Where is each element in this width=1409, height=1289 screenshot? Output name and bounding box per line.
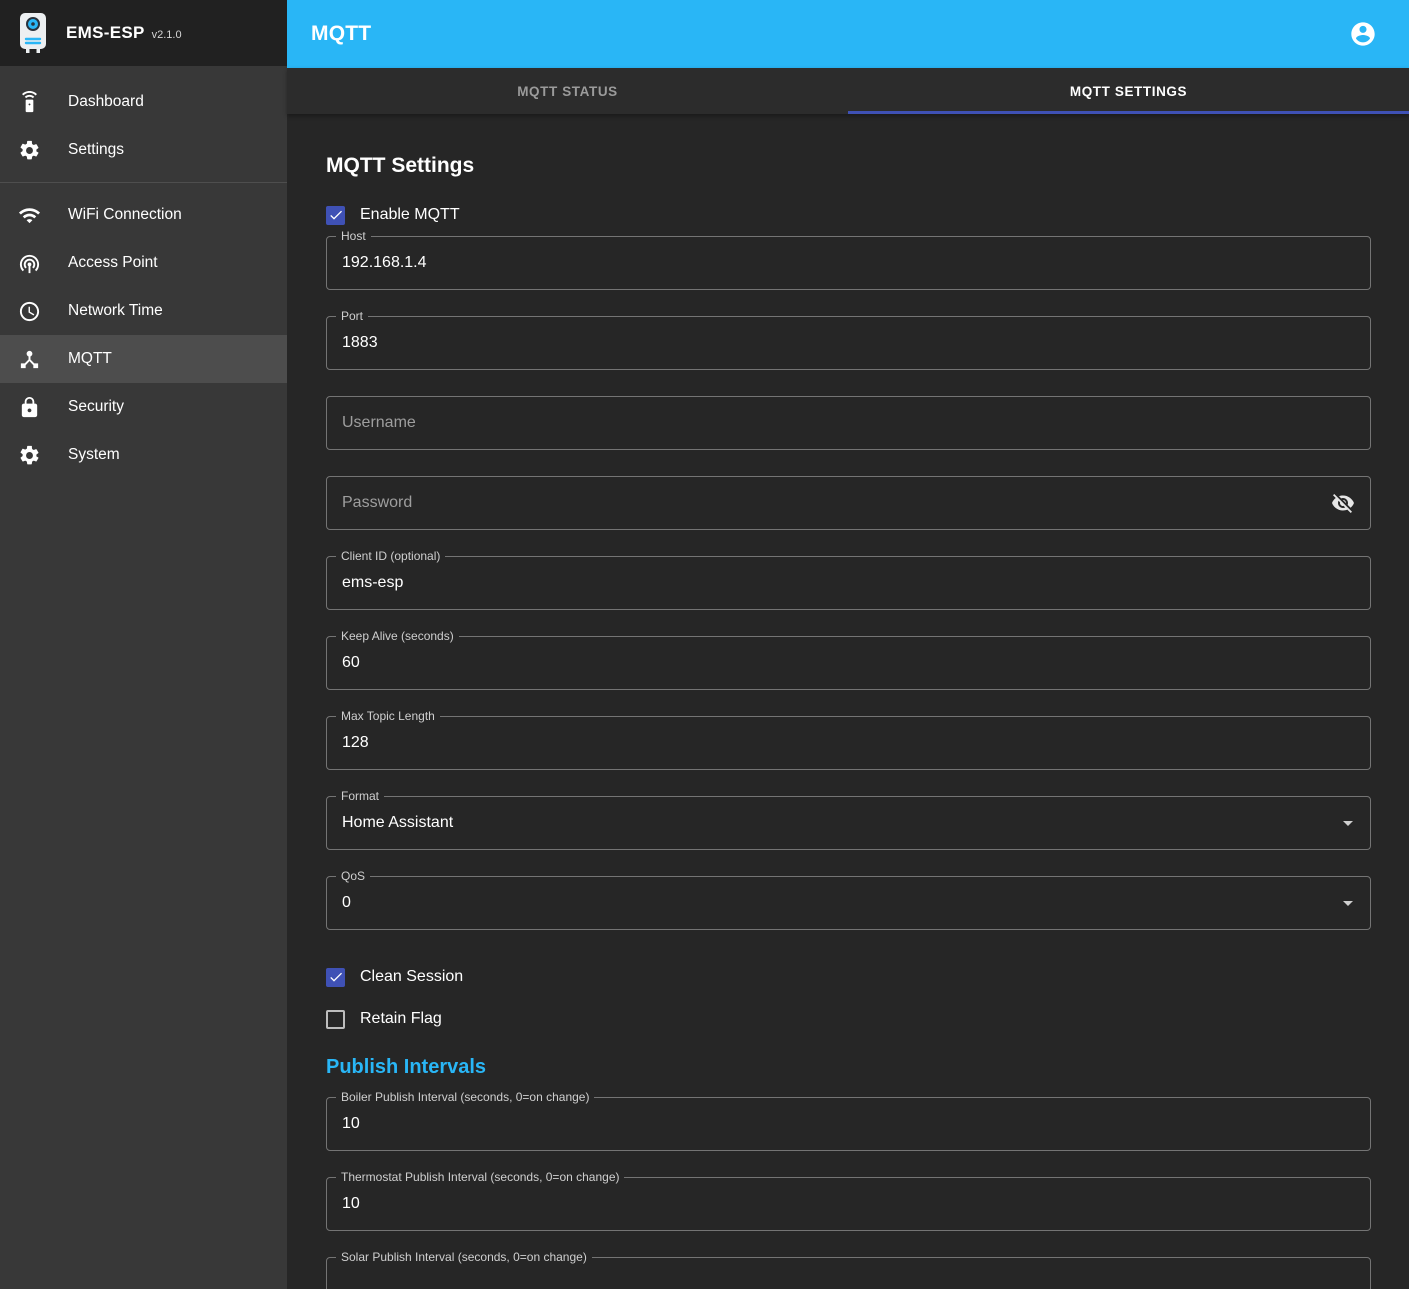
- tabbar: MQTT STATUS MQTT SETTINGS: [287, 68, 1409, 114]
- sidebar-item-network-time[interactable]: Network Time: [0, 287, 287, 335]
- sidebar-item-security[interactable]: Security: [0, 383, 287, 431]
- sidebar-item-label: Settings: [68, 141, 124, 159]
- format-select-value: Home Assistant: [342, 814, 1355, 832]
- sidebar: EMS-ESP v2.1.0 Dashboard Settings: [0, 0, 287, 1289]
- solar-publish-interval-label: Solar Publish Interval (seconds, 0=on ch…: [336, 1250, 592, 1264]
- password-visibility-button[interactable]: [1324, 484, 1362, 522]
- client-id-field[interactable]: Client ID (optional): [326, 556, 1371, 610]
- host-field-label: Host: [336, 229, 371, 243]
- account-icon: [1349, 20, 1377, 48]
- sidebar-item-dashboard[interactable]: Dashboard: [0, 78, 287, 126]
- boiler-publish-interval-label: Boiler Publish Interval (seconds, 0=on c…: [336, 1090, 594, 1104]
- boiler-publish-interval-field[interactable]: Boiler Publish Interval (seconds, 0=on c…: [326, 1097, 1371, 1151]
- ems-esp-logo: [14, 10, 52, 56]
- enable-mqtt-checkbox[interactable]: [326, 206, 345, 225]
- dropdown-arrow-icon: [1336, 891, 1360, 915]
- gear-icon: [17, 138, 41, 162]
- sidebar-item-label: Dashboard: [68, 93, 144, 111]
- form-title: MQTT Settings: [326, 154, 1371, 178]
- gear-icon: [17, 443, 41, 467]
- format-select[interactable]: Format Home Assistant: [326, 796, 1371, 850]
- sidebar-item-label: MQTT: [68, 350, 112, 368]
- retain-flag-checkbox-row[interactable]: Retain Flag: [326, 998, 1371, 1040]
- mqtt-icon: [17, 347, 41, 371]
- host-input[interactable]: [342, 254, 1355, 272]
- clean-session-checkbox[interactable]: [326, 968, 345, 987]
- qos-select[interactable]: QoS 0: [326, 876, 1371, 930]
- sidebar-item-label: Access Point: [68, 254, 158, 272]
- password-field[interactable]: [326, 476, 1371, 530]
- enable-mqtt-checkbox-row[interactable]: Enable MQTT: [326, 194, 1371, 236]
- qos-select-label: QoS: [336, 869, 370, 883]
- sidebar-nav: Dashboard Settings WiFi Connection A: [0, 66, 287, 479]
- visibility-off-icon: [1331, 491, 1355, 515]
- check-icon: [328, 207, 344, 223]
- sidebar-item-settings[interactable]: Settings: [0, 126, 287, 174]
- thermostat-publish-interval-label: Thermostat Publish Interval (seconds, 0=…: [336, 1170, 624, 1184]
- qos-select-value: 0: [342, 894, 1355, 912]
- access-point-icon: [17, 251, 41, 275]
- appbar: MQTT: [287, 0, 1409, 68]
- account-button[interactable]: [1341, 12, 1385, 56]
- max-topic-length-field-label: Max Topic Length: [336, 709, 440, 723]
- app-name: EMS-ESP: [66, 23, 145, 43]
- keep-alive-field[interactable]: Keep Alive (seconds): [326, 636, 1371, 690]
- main-area: MQTT MQTT STATUS MQTT SETTINGS MQTT Sett…: [287, 0, 1409, 1289]
- lock-icon: [17, 395, 41, 419]
- sidebar-item-label: System: [68, 446, 120, 464]
- host-field[interactable]: Host: [326, 236, 1371, 290]
- sidebar-item-system[interactable]: System: [0, 431, 287, 479]
- sidebar-logo-area: EMS-ESP v2.1.0: [0, 0, 287, 66]
- content: MQTT Settings Enable MQTT Host Port: [287, 114, 1409, 1289]
- tab-mqtt-status[interactable]: MQTT STATUS: [287, 68, 848, 114]
- username-input[interactable]: [342, 414, 1355, 432]
- port-field[interactable]: Port: [326, 316, 1371, 370]
- port-input[interactable]: [342, 334, 1355, 352]
- max-topic-length-field[interactable]: Max Topic Length: [326, 716, 1371, 770]
- sidebar-item-access-point[interactable]: Access Point: [0, 239, 287, 287]
- boiler-publish-interval-input[interactable]: [342, 1115, 1355, 1133]
- tab-mqtt-settings[interactable]: MQTT SETTINGS: [848, 68, 1409, 114]
- sidebar-item-label: Security: [68, 398, 124, 416]
- sidebar-item-mqtt[interactable]: MQTT: [0, 335, 287, 383]
- check-icon: [328, 969, 344, 985]
- publish-intervals-title: Publish Intervals: [326, 1056, 1371, 1079]
- keep-alive-input[interactable]: [342, 654, 1355, 672]
- retain-flag-label: Retain Flag: [360, 1010, 442, 1028]
- keep-alive-field-label: Keep Alive (seconds): [336, 629, 459, 643]
- brand: EMS-ESP v2.1.0: [66, 23, 182, 43]
- solar-publish-interval-field[interactable]: Solar Publish Interval (seconds, 0=on ch…: [326, 1257, 1371, 1289]
- solar-publish-interval-input[interactable]: [342, 1275, 1355, 1289]
- dropdown-arrow-icon: [1336, 811, 1360, 835]
- enable-mqtt-label: Enable MQTT: [360, 206, 460, 224]
- thermostat-publish-interval-input[interactable]: [342, 1195, 1355, 1213]
- wifi-icon: [17, 203, 41, 227]
- sidebar-item-label: WiFi Connection: [68, 206, 182, 224]
- thermostat-publish-interval-field[interactable]: Thermostat Publish Interval (seconds, 0=…: [326, 1177, 1371, 1231]
- port-field-label: Port: [336, 309, 368, 323]
- dashboard-icon: [17, 90, 41, 114]
- sidebar-item-label: Network Time: [68, 302, 163, 320]
- clean-session-checkbox-row[interactable]: Clean Session: [326, 956, 1371, 998]
- client-id-input[interactable]: [342, 574, 1355, 592]
- client-id-field-label: Client ID (optional): [336, 549, 445, 563]
- clock-icon: [17, 299, 41, 323]
- max-topic-length-input[interactable]: [342, 734, 1355, 752]
- sidebar-divider: [0, 182, 287, 183]
- sidebar-item-wifi-connection[interactable]: WiFi Connection: [0, 191, 287, 239]
- app-root: EMS-ESP v2.1.0 Dashboard Settings: [0, 0, 1409, 1289]
- password-input[interactable]: [342, 494, 1355, 512]
- username-field[interactable]: [326, 396, 1371, 450]
- page-title: MQTT: [311, 22, 371, 46]
- clean-session-label: Clean Session: [360, 968, 463, 986]
- format-select-label: Format: [336, 789, 384, 803]
- retain-flag-checkbox[interactable]: [326, 1010, 345, 1029]
- app-version: v2.1.0: [152, 29, 182, 41]
